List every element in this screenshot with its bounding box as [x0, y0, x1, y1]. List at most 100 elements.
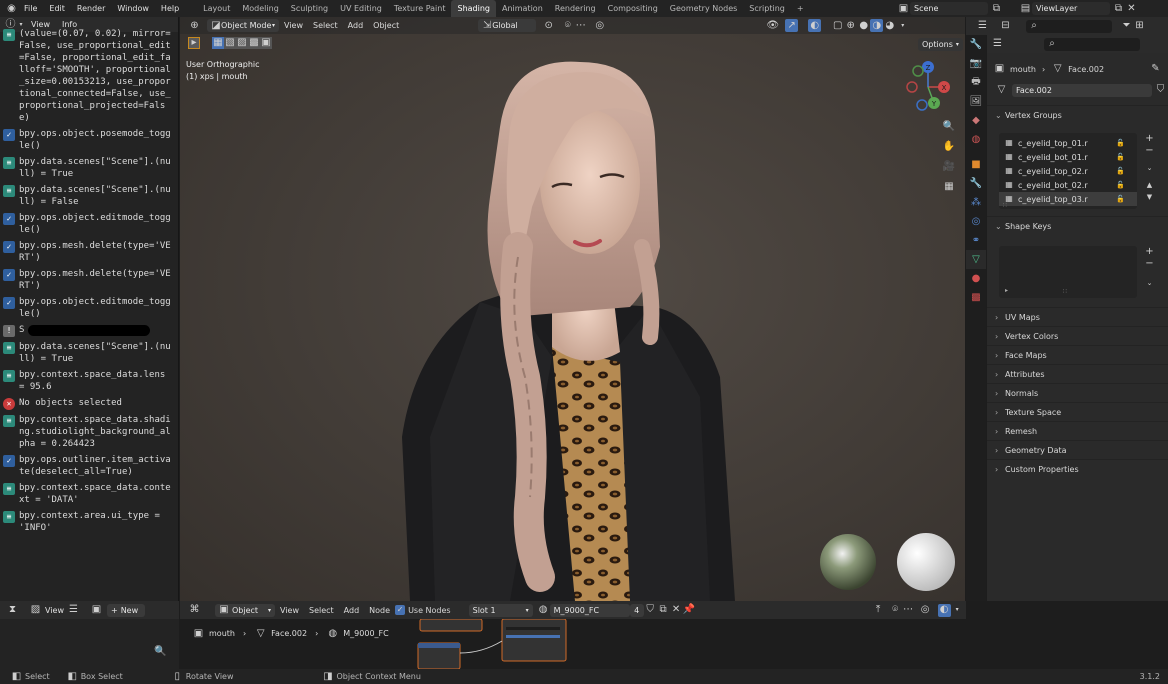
snap-settings-icon[interactable]: ⋯ — [902, 604, 915, 617]
gizmo-neg-x-axis[interactable] — [906, 81, 918, 93]
section-vertex-groups[interactable]: ⌄ Vertex Groups — [987, 105, 1168, 124]
tab-layout[interactable]: Layout — [197, 0, 236, 17]
material-name-field[interactable]: M_9000_FC — [549, 603, 630, 617]
vertex-group-item[interactable]: ▦ c_eyelid_top_02.r 🔓 — [999, 164, 1137, 178]
new-collection-icon[interactable]: ⊞ — [1133, 20, 1146, 33]
menu-help[interactable]: Help — [155, 4, 185, 13]
node-canvas[interactable]: ▣ mouth › ▽ Face.002 › ◍ M_9000_FC — [180, 619, 966, 669]
tab-compositing[interactable]: Compositing — [602, 0, 664, 17]
tab-modeling[interactable]: Modeling — [236, 0, 284, 17]
log-entry[interactable]: ✓ bpy.ops.outliner.item_activate(deselect… — [0, 452, 178, 480]
remove-vertex-group-icon[interactable]: − — [1143, 145, 1156, 157]
particles-tab-icon[interactable]: ⁂ — [966, 193, 986, 212]
menu-edit[interactable]: Edit — [43, 4, 71, 13]
section-texture-space[interactable]: › Texture Space — [987, 402, 1168, 421]
tab-rendering[interactable]: Rendering — [549, 0, 602, 17]
lock-icon[interactable]: 🔓 — [1114, 137, 1127, 150]
log-entry[interactable]: ✕ No objects selected — [0, 395, 178, 412]
tab-texture-paint[interactable]: Texture Paint — [388, 0, 452, 17]
3d-viewport[interactable]: ⊕ ◪ Object Mode ▾ View Select Add Object… — [180, 17, 965, 601]
gizmo-neg-y-axis[interactable] — [912, 65, 924, 77]
vertex-group-item[interactable]: ▦ c_eyelid_top_03.r 🔓 — [999, 192, 1137, 206]
mesh-name-field[interactable]: Face.002 — [1012, 83, 1152, 97]
world-tab-icon[interactable]: ◍ — [966, 130, 986, 149]
pin-icon[interactable]: 📌 — [683, 604, 696, 617]
texture-node[interactable] — [419, 619, 483, 632]
lock-icon[interactable]: 🔓 — [1114, 179, 1127, 192]
log-entry[interactable]: ✓ bpy.ops.object.editmode_toggle() — [0, 210, 178, 238]
unlink-material-icon[interactable]: ✕ — [670, 604, 683, 617]
duplicate-material-icon[interactable]: ⧉ — [657, 604, 670, 617]
log-entry[interactable]: ✓ bpy.ops.object.posemode_toggle() — [0, 126, 178, 154]
new-image-button[interactable]: + New — [106, 603, 145, 617]
camera-icon[interactable]: 🎥 — [940, 157, 958, 177]
tab-sculpting[interactable]: Sculpting — [285, 0, 334, 17]
node-menu-view[interactable]: View — [275, 606, 304, 615]
section-geometry-data[interactable]: › Geometry Data — [987, 440, 1168, 459]
scene-tab-icon[interactable]: ◆ — [966, 111, 986, 130]
add-shape-key-icon[interactable]: + — [1143, 246, 1156, 258]
log-entry[interactable]: ≡ bpy.context.area.ui_type = 'INFO' — [0, 508, 178, 536]
blender-logo-icon[interactable]: ◉ — [5, 2, 18, 15]
lock-icon[interactable]: 🔓 — [1114, 193, 1127, 206]
list-resize-handle-icon[interactable]: ∷ — [1063, 288, 1067, 295]
tab-animation[interactable]: Animation — [496, 0, 549, 17]
snap-icon[interactable]: ⌾ — [889, 604, 902, 617]
modifier-tab-icon[interactable]: 🔧 — [966, 174, 986, 193]
remove-shape-key-icon[interactable]: − — [1143, 258, 1156, 270]
filter-icon[interactable]: ⏷ — [1120, 20, 1133, 33]
material-browse-icon[interactable]: ◍ — [537, 604, 550, 617]
zoom-icon[interactable]: 🔍 — [940, 117, 958, 137]
log-entry[interactable]: ≡ bpy.data.scenes["Scene"].(null) = False — [0, 182, 178, 210]
move-up-icon[interactable]: ▲ — [1143, 179, 1156, 191]
log-entry[interactable]: ≡ bpy.context.space_data.shading.studioli… — [0, 412, 178, 452]
vertex-group-item[interactable]: ▦ c_eyelid_top_01.r 🔓 — [999, 136, 1137, 150]
section-uv-maps[interactable]: › UV Maps — [987, 307, 1168, 326]
node-preview-icon[interactable]: ◎ — [919, 604, 932, 617]
move-down-icon[interactable]: ▼ — [1143, 191, 1156, 203]
outliner-search-input[interactable]: ⌕ — [1026, 19, 1112, 33]
node-overlay-icon[interactable]: ◐ — [937, 603, 951, 617]
section-face-maps[interactable]: › Face Maps — [987, 345, 1168, 364]
log-entry[interactable]: ✓ bpy.ops.mesh.delete(type='VERT') — [0, 266, 178, 294]
outliner-editor-icon[interactable]: ☰ — [976, 20, 989, 33]
vertex-group-menu-icon[interactable]: ⌄ — [1143, 161, 1156, 175]
log-entry[interactable]: ≡ bpy.context.space_data.lens = 95.6 — [0, 367, 178, 395]
menu-file[interactable]: File — [18, 4, 43, 13]
properties-editor-icon[interactable]: ☰ — [991, 38, 1004, 51]
list-resize-handle-icon[interactable]: ∷ — [1003, 202, 1007, 209]
tool-tab-icon[interactable]: 🔧 — [966, 35, 986, 54]
hamburger-menu-icon[interactable]: ☰ — [67, 604, 80, 617]
shape-key-menu-icon[interactable]: ⌄ — [1143, 276, 1156, 290]
timeline-editor-icon[interactable]: ⧗ — [6, 604, 19, 617]
vertex-groups-list[interactable]: ▦ c_eyelid_top_01.r 🔓 ▦ c_eyelid_bot_01.r 🔓 ▦ c… — [999, 133, 1137, 209]
scene-selector[interactable]: Scene — [910, 2, 988, 15]
remove-view-layer-icon[interactable]: ✕ — [1125, 2, 1138, 15]
pan-hand-icon[interactable]: ✋ — [940, 137, 958, 157]
node-editor-icon[interactable]: ⌘ — [188, 604, 201, 617]
timeline-view-menu[interactable]: View — [42, 606, 67, 615]
mesh-browse-icon[interactable]: ▽ — [995, 84, 1008, 97]
principled-bsdf-node[interactable] — [501, 619, 567, 662]
properties-search-input[interactable]: ⌕ — [1044, 37, 1140, 51]
vertex-group-item[interactable]: ▦ c_eyelid_bot_02.r 🔓 — [999, 178, 1137, 192]
log-entry[interactable]: ≡ bpy.data.scenes["Scene"].(null) = True — [0, 339, 178, 367]
lock-icon[interactable]: 🔓 — [1114, 165, 1127, 178]
use-nodes-checkbox[interactable]: ✓ — [395, 605, 406, 615]
node-menu-select[interactable]: Select — [304, 606, 339, 615]
slot-selector[interactable]: Slot 1 ▾ — [468, 603, 533, 617]
log-entry[interactable]: ≡ bpy.context.space_data.context = 'DATA' — [0, 480, 178, 508]
display-mode-icon[interactable]: ⊟ — [999, 20, 1012, 33]
constraints-tab-icon[interactable]: ⚭ — [966, 231, 986, 250]
zoom-icon[interactable]: 🔍 — [154, 645, 167, 658]
log-entry[interactable]: ! S — [0, 322, 178, 339]
fake-user-shield-icon[interactable]: ⛉ — [644, 604, 657, 617]
view-layer-tab-icon[interactable]: 🖼 — [966, 92, 986, 111]
section-attributes[interactable]: › Attributes — [987, 364, 1168, 383]
texture-tab-icon[interactable]: ▩ — [966, 288, 986, 307]
tab-scripting[interactable]: Scripting — [743, 0, 791, 17]
shape-keys-list[interactable]: ▸ ∷ — [999, 246, 1137, 298]
material-tab-icon[interactable]: ● — [966, 269, 986, 288]
list-expand-icon[interactable]: ▸ — [1005, 287, 1008, 294]
add-workspace-button[interactable]: + — [791, 0, 810, 17]
